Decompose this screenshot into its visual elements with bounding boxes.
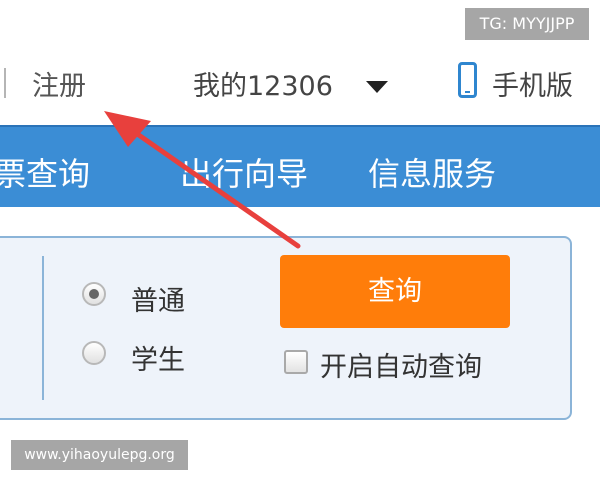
chevron-down-icon[interactable] (366, 81, 388, 93)
nav-item-travel-guide[interactable]: 出行向导 (180, 149, 308, 195)
query-button[interactable]: 查询 (280, 255, 510, 328)
website-watermark: www.yihaoyulepg.org (11, 440, 188, 470)
auto-query-label: 开启自动查询 (320, 352, 482, 383)
auto-query-checkbox[interactable] (284, 350, 308, 374)
ticket-type-normal-label: 普通 (131, 286, 185, 317)
register-link[interactable]: 注册 (32, 64, 86, 103)
my-12306-menu[interactable]: 我的12306 (193, 64, 333, 103)
nav-item-ticket-query[interactable]: 票查询 (0, 149, 90, 195)
mobile-phone-icon[interactable] (458, 62, 477, 98)
ticket-type-student-label: 学生 (131, 345, 185, 376)
ticket-type-normal-radio[interactable] (82, 282, 106, 306)
main-nav: 票查询 出行向导 信息服务 (0, 125, 600, 207)
mobile-version-link[interactable]: 手机版 (492, 64, 573, 103)
nav-item-info-service[interactable]: 信息服务 (368, 149, 496, 195)
ticket-type-student-radio[interactable] (82, 341, 106, 365)
divider (4, 68, 6, 98)
panel-divider (42, 256, 44, 400)
telegram-watermark: TG: MYYJJPP (465, 8, 589, 40)
